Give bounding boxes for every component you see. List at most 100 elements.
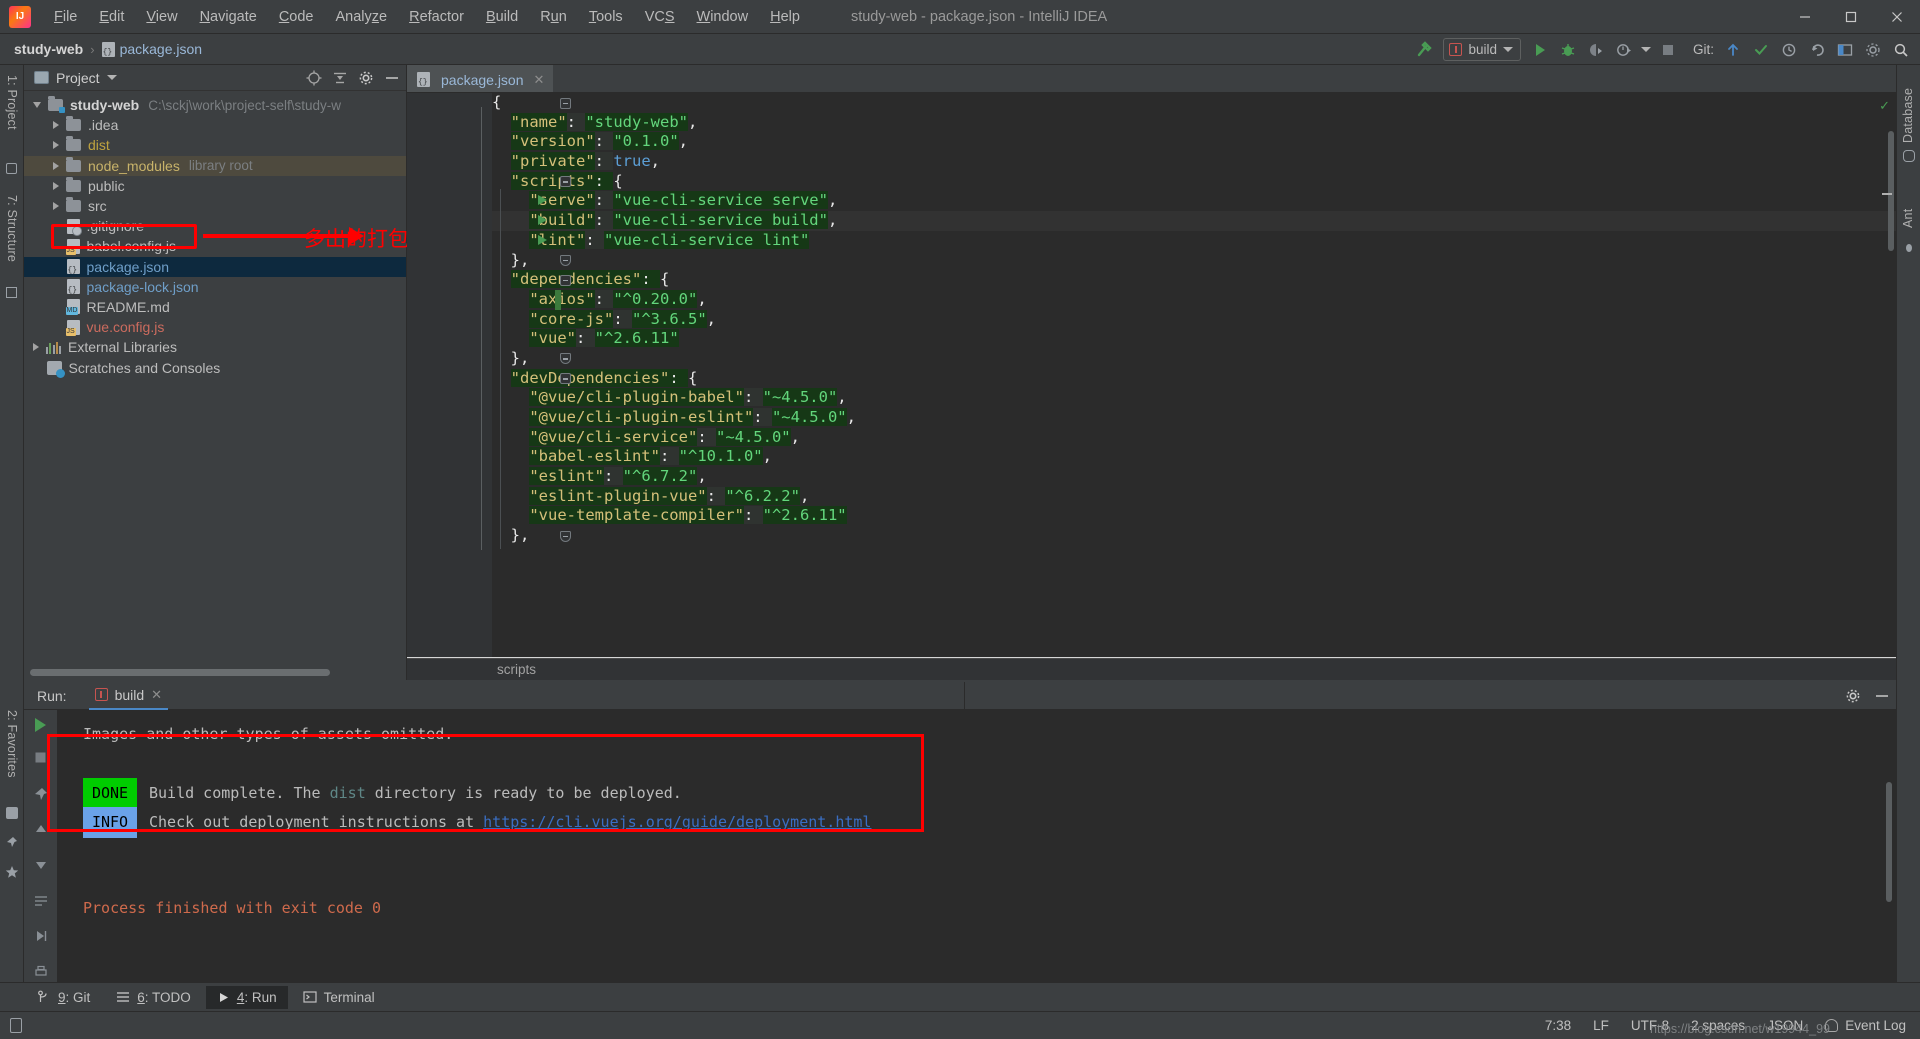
code-line-16[interactable]: 16 "@vue/cli-plugin-babel": "~4.5.0", — [492, 388, 1896, 408]
tool-window-button-git[interactable]: 9: Git — [26, 986, 101, 1009]
editor-tab-package-json[interactable]: package.json ✕ — [407, 65, 554, 92]
close-icon[interactable]: ✕ — [151, 687, 162, 703]
gutter-run-script-icon[interactable] — [538, 195, 547, 206]
code-line-23[interactable]: 23 }, — [492, 526, 1896, 546]
locate-icon[interactable] — [305, 69, 322, 86]
menu-edit[interactable]: Edit — [88, 6, 135, 28]
code-content[interactable]: 1{2 "name": "study-web",3 "version": "0.… — [492, 93, 1896, 680]
tree-node-readme-md[interactable]: MD README.md — [24, 297, 406, 317]
code-line-11[interactable]: 11 "axios": "^0.20.0", — [492, 289, 1896, 310]
gutter-run-script-icon[interactable] — [538, 234, 547, 245]
console-link[interactable]: https://cli.vuejs.org/guide/deployment.h… — [483, 813, 871, 831]
tree-expand-arrow-icon[interactable] — [53, 141, 59, 150]
gutter-run-script-icon[interactable] — [538, 215, 547, 226]
git-update-project-icon[interactable] — [1720, 38, 1746, 62]
run-play-icon[interactable] — [1527, 38, 1553, 62]
code-line-18[interactable]: 18 "@vue/cli-service": "~4.5.0", — [492, 427, 1896, 448]
code-fold-toggle-icon[interactable] — [560, 97, 571, 109]
profiler-icon[interactable] — [1611, 38, 1637, 62]
hide-icon[interactable] — [383, 69, 400, 86]
code-line-6[interactable]: 6 "serve": "vue-cli-service serve", — [492, 191, 1896, 211]
debug-bug-icon[interactable] — [1555, 38, 1581, 62]
stop-icon[interactable] — [31, 748, 51, 768]
code-line-14[interactable]: 14 }, — [492, 349, 1896, 369]
menu-run[interactable]: Run — [529, 6, 578, 28]
scroll-to-end-icon[interactable] — [31, 927, 51, 947]
tree-node-package-lock-json[interactable]: package-lock.json — [24, 277, 406, 297]
collapse-all-icon[interactable] — [331, 69, 348, 86]
tree-node-study-web[interactable]: study-web C:\sckj\work\project-self\study… — [24, 95, 406, 115]
tool-window-button-terminal[interactable]: Terminal — [292, 986, 386, 1009]
menu-view[interactable]: View — [135, 6, 188, 28]
structure-strip-icon[interactable] — [6, 287, 17, 298]
code-fold-toggle-icon[interactable] — [560, 353, 571, 365]
menu-code[interactable]: Code — [268, 6, 325, 28]
menu-vcs[interactable]: VCS — [634, 6, 686, 28]
tree-node-vue-config-js[interactable]: JS vue.config.js — [24, 317, 406, 337]
code-line-13[interactable]: 13 "vue": "^2.6.11" — [492, 329, 1896, 349]
menu-navigate[interactable]: Navigate — [189, 6, 268, 28]
pin-icon[interactable] — [31, 784, 51, 804]
tree-expand-arrow-icon[interactable] — [53, 202, 59, 211]
editor-gutter[interactable] — [407, 93, 492, 680]
menu-analyze[interactable]: Analyze — [325, 6, 399, 28]
menu-help[interactable]: Help — [759, 6, 811, 28]
close-button[interactable] — [1874, 0, 1920, 34]
code-line-4[interactable]: 4 "private": true, — [492, 152, 1896, 172]
build-hammer-icon[interactable] — [1411, 38, 1437, 62]
tree-expand-arrow-icon[interactable] — [33, 102, 41, 109]
chevron-down-icon[interactable] — [1639, 38, 1653, 62]
code-line-2[interactable]: 2 "name": "study-web", — [492, 112, 1896, 133]
git-commit-icon[interactable] — [1748, 38, 1774, 62]
tree-node-package-json[interactable]: package.json — [24, 256, 406, 277]
tool-window-database[interactable]: Database — [1901, 88, 1915, 143]
tool-window-project[interactable]: 1: Project — [5, 75, 19, 130]
tree-node-node-modules[interactable]: node_modules library root — [24, 155, 406, 176]
event-log-button[interactable]: Event Log — [1825, 1018, 1906, 1033]
code-fold-toggle-icon[interactable] — [560, 255, 571, 266]
tree-expand-arrow-icon[interactable] — [53, 161, 59, 170]
layout-icon[interactable] — [1832, 38, 1858, 62]
search-everywhere-icon[interactable] — [1888, 38, 1914, 62]
code-line-3[interactable]: 3 "version": "0.1.0", — [492, 132, 1896, 152]
caret-position[interactable]: 7:38 — [1545, 1018, 1571, 1033]
pin-strip-icon[interactable] — [6, 835, 18, 847]
tree-node-scratches-and-consoles[interactable]: Scratches and Consoles — [24, 357, 406, 378]
print-icon[interactable] — [31, 962, 51, 982]
code-line-8[interactable]: 8 "lint": "vue-cli-service lint" — [492, 230, 1896, 251]
code-line-5[interactable]: 5 "scripts": { — [492, 171, 1896, 192]
run-tab-build[interactable]: build ✕ — [88, 682, 169, 710]
code-line-10[interactable]: 10 "dependencies": { — [492, 270, 1896, 290]
stop-square-icon[interactable] — [1655, 38, 1681, 62]
close-icon[interactable]: ✕ — [534, 72, 545, 88]
tree-expand-arrow-icon[interactable] — [33, 343, 39, 352]
line-separator[interactable]: LF — [1593, 1018, 1609, 1033]
undo-icon[interactable] — [1804, 38, 1830, 62]
down-icon[interactable] — [31, 855, 51, 875]
settings-gear-icon[interactable] — [1860, 38, 1886, 62]
code-fold-toggle-icon[interactable] — [560, 530, 571, 542]
menu-tools[interactable]: Tools — [578, 6, 634, 28]
menu-window[interactable]: Window — [686, 6, 760, 28]
tool-window-ant[interactable]: Ant — [1901, 209, 1915, 228]
code-line-22[interactable]: 22 "vue-template-compiler": "^2.6.11" — [492, 506, 1896, 526]
tree-node-dist[interactable]: dist — [24, 135, 406, 155]
code-line-7[interactable]: 7 "build": "vue-cli-service build", — [492, 211, 1896, 231]
console-output[interactable]: Images and other types of assets omitted… — [57, 710, 1896, 982]
up-icon[interactable] — [31, 819, 51, 839]
tool-window-button-todo[interactable]: 6: TODO — [105, 986, 202, 1009]
tool-window-favorites[interactable]: 2: Favorites — [5, 710, 19, 778]
breadcrumb-file[interactable]: package.json — [120, 41, 203, 57]
code-line-20[interactable]: 20 "eslint": "^6.7.2", — [492, 467, 1896, 487]
project-strip-icon[interactable] — [6, 163, 17, 174]
run-with-coverage-icon[interactable] — [1583, 38, 1609, 62]
settings-gear-icon[interactable] — [1844, 688, 1861, 705]
code-fold-toggle-icon[interactable] — [560, 176, 571, 188]
code-line-1[interactable]: 1{ — [492, 93, 1896, 113]
rerun-play-icon[interactable] — [35, 718, 46, 732]
editor-vertical-scrollbar[interactable] — [1888, 131, 1894, 251]
console-vertical-scrollbar[interactable] — [1886, 782, 1892, 902]
code-line-19[interactable]: 19 "babel-eslint": "^10.1.0", — [492, 447, 1896, 467]
chevron-down-icon[interactable] — [106, 75, 117, 80]
tree-node-external-libraries[interactable]: External Libraries — [24, 337, 406, 357]
